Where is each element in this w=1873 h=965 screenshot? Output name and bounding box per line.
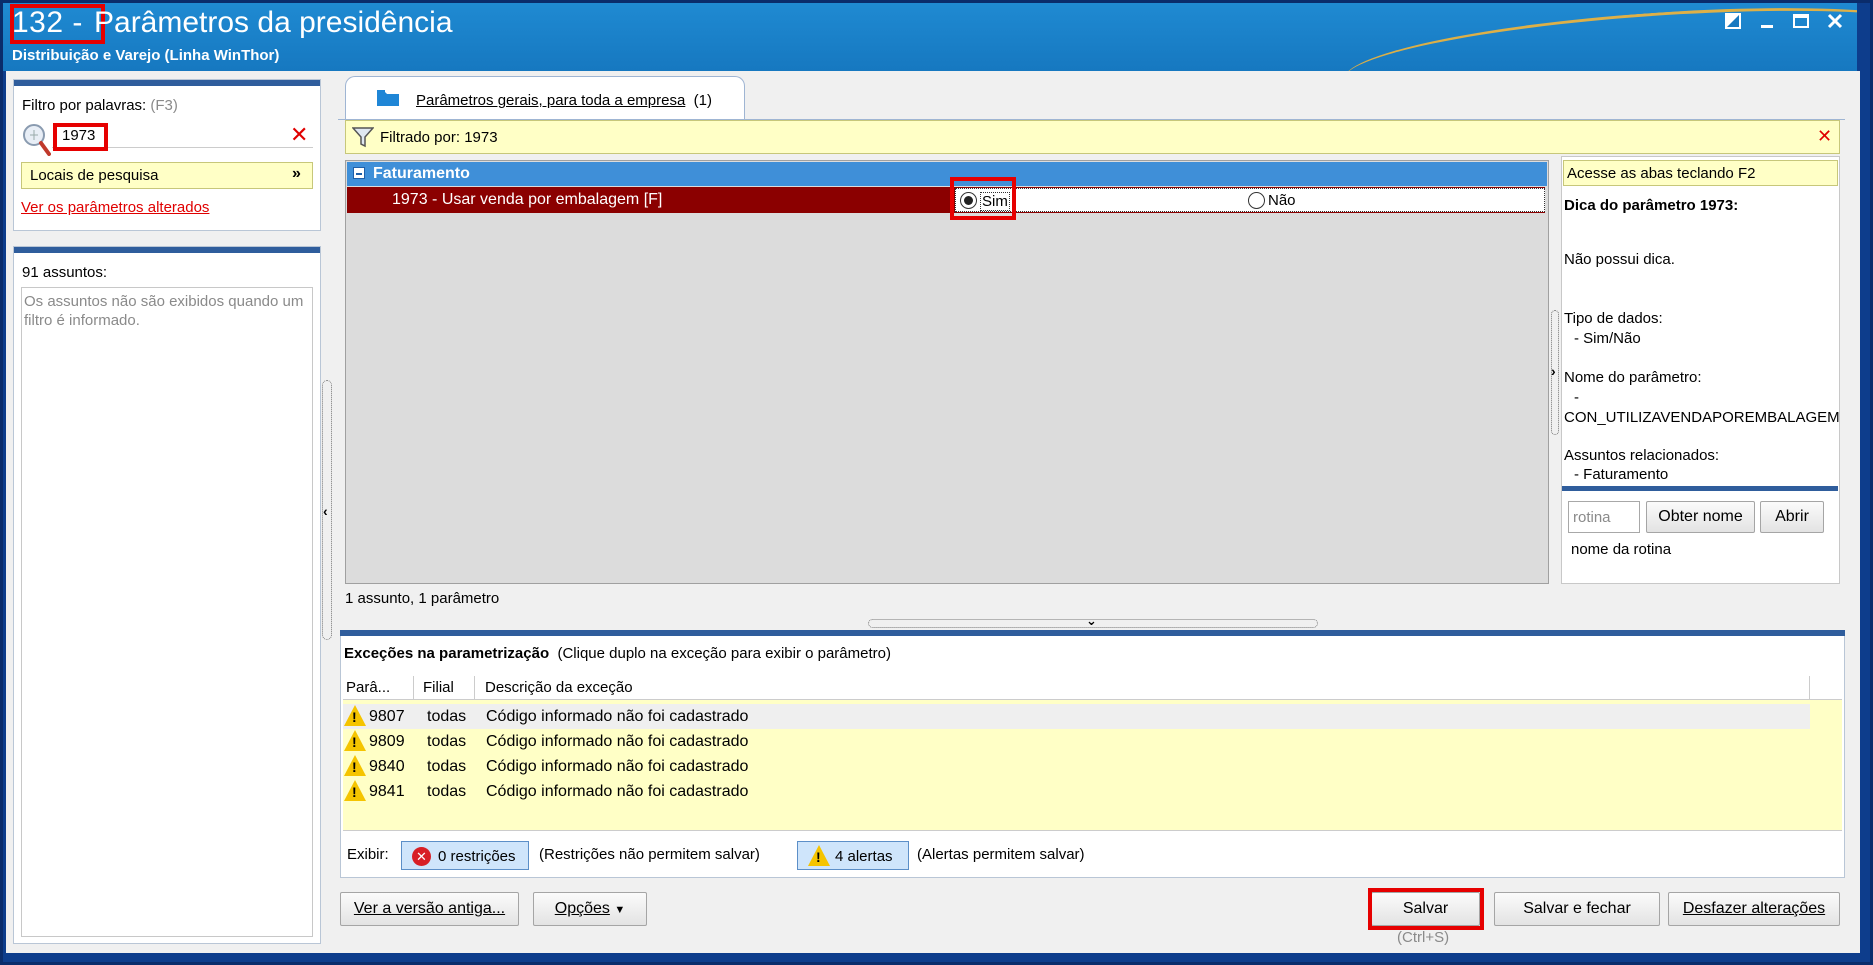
search-locations-dropdown[interactable]: Locais de pesquisa »	[21, 162, 313, 189]
column-description[interactable]: Descrição da exceção	[485, 679, 633, 696]
routine-input[interactable]: rotina	[1568, 501, 1640, 533]
maximize-icon[interactable]	[1786, 10, 1816, 36]
subjects-count: 91 assuntos:	[22, 264, 108, 281]
filter-shortcut: (F3)	[150, 97, 178, 114]
changed-params-link[interactable]: Ver os parâmetros alterados	[21, 199, 209, 216]
param-value-editor: Sim Não	[955, 188, 1545, 212]
tab-label: Parâmetros gerais, para toda a empresa (…	[416, 92, 712, 109]
param-name-dash: -	[1574, 389, 1579, 406]
save-close-button[interactable]: Salvar e fechar	[1494, 892, 1660, 926]
param-name-label: Nome do parâmetro:	[1564, 369, 1702, 386]
close-icon[interactable]	[1820, 10, 1850, 36]
data-type-label: Tipo de dados:	[1564, 310, 1663, 327]
exceptions-heading: Exceções na parametrização (Clique duplo…	[344, 645, 891, 662]
exceptions-title: Exceções na parametrização	[344, 645, 550, 662]
minimize-icon[interactable]	[1752, 10, 1782, 36]
get-name-button[interactable]: Obter nome	[1646, 501, 1755, 533]
exception-row[interactable]: 9840 todas Código informado não foi cada…	[343, 754, 1810, 779]
folder-icon	[377, 90, 399, 106]
highlight-box	[53, 123, 108, 151]
alerts-button[interactable]: 4 alertas	[797, 841, 909, 870]
search-icon	[21, 122, 51, 156]
chevron-left-icon[interactable]: ‹	[323, 503, 328, 519]
group-label: Faturamento	[373, 165, 470, 182]
exception-row[interactable]: 9841 todas Código informado não foi cada…	[343, 779, 1810, 804]
show-label: Exibir:	[347, 846, 389, 863]
save-shortcut: (Ctrl+S)	[1397, 929, 1450, 946]
param-label: 1973 - Usar venda por embalagem [F]	[392, 191, 663, 208]
filter-label-group: Filtro por palavras: (F3)	[22, 97, 178, 114]
related-subjects-label: Assuntos relacionados:	[1564, 447, 1720, 464]
params-grid	[345, 160, 1549, 584]
exceptions-topbar	[340, 630, 1845, 636]
old-version-button[interactable]: Ver a versão antiga...	[340, 892, 519, 926]
filter-label: Filtro por palavras:	[22, 97, 147, 114]
param-name-value: CON_UTILIZAVENDAPOREMBALAGEM	[1564, 409, 1840, 426]
tab-general-params[interactable]: Parâmetros gerais, para toda a empresa (…	[345, 76, 745, 120]
highlight-box	[1368, 888, 1484, 930]
filter-bar: Filtrado por: 1973 ✕	[345, 120, 1840, 154]
restrictions-note: (Restrições não permitem salvar)	[539, 846, 760, 863]
window-subtitle: Distribuição e Varejo (Linha WinThor)	[12, 47, 280, 64]
chevron-down-icon: »	[292, 165, 301, 182]
sidebar-hint: Acesse as abas teclando F2	[1563, 160, 1838, 186]
exceptions-header: Parâ... Filial Descrição da exceção	[343, 676, 1842, 700]
exception-row[interactable]: 9809 todas Código informado não foi cada…	[343, 729, 1810, 754]
related-subjects-value: - Faturamento	[1574, 466, 1669, 483]
funnel-icon	[352, 127, 374, 148]
warning-icon	[344, 755, 366, 776]
column-branch[interactable]: Filial	[423, 679, 454, 696]
routine-name: nome da rotina	[1571, 541, 1672, 558]
radio-no-label[interactable]: Não	[1268, 192, 1296, 209]
clear-filter-icon[interactable]: ✕	[290, 124, 308, 146]
warning-icon	[344, 705, 366, 726]
undo-button[interactable]: Desfazer alterações	[1668, 892, 1840, 926]
chevron-right-icon[interactable]: ›	[1551, 363, 1556, 379]
open-button[interactable]: Abrir	[1760, 501, 1824, 533]
exceptions-hint: (Clique duplo na exceção para exibir o p…	[557, 645, 891, 662]
grid-status: 1 assunto, 1 parâmetro	[345, 590, 500, 607]
subjects-message: Os assuntos não são exibidos quando um f…	[21, 287, 313, 937]
filter-bar-text: Filtrado por: 1973	[380, 129, 498, 146]
routine-box-bar	[1562, 486, 1838, 491]
highlight-box	[950, 177, 1016, 220]
collapse-icon[interactable]	[353, 167, 365, 179]
chevron-down-icon[interactable]: ⌄	[1086, 613, 1097, 629]
data-type-value: - Sim/Não	[1574, 330, 1641, 347]
warning-icon	[344, 730, 366, 751]
warning-icon	[808, 845, 830, 866]
radio-no[interactable]	[1248, 192, 1265, 209]
window-title: Parâmetros da presidência	[94, 6, 453, 39]
alerts-note: (Alertas permitem salvar)	[917, 846, 1085, 863]
column-param[interactable]: Parâ...	[346, 679, 390, 696]
routine-placeholder: rotina	[1573, 509, 1611, 526]
options-button[interactable]: Opções ▼	[533, 892, 647, 926]
search-locations-label: Locais de pesquisa	[30, 167, 159, 184]
highlight-box	[10, 4, 105, 44]
tip-text: Não possui dica.	[1564, 251, 1675, 268]
error-icon: ✕	[412, 847, 431, 866]
clear-filter-bar-icon[interactable]: ✕	[1817, 126, 1832, 147]
exception-row[interactable]: 9807 todas Código informado não foi cada…	[343, 704, 1810, 729]
tip-title: Dica do parâmetro 1973:	[1564, 197, 1739, 214]
restore-icon[interactable]	[1718, 10, 1748, 36]
group-row[interactable]: Faturamento	[347, 162, 1547, 186]
restrictions-button[interactable]: ✕ 0 restrições	[401, 841, 529, 870]
warning-icon	[344, 780, 366, 801]
caret-down-icon: ▼	[614, 904, 626, 916]
